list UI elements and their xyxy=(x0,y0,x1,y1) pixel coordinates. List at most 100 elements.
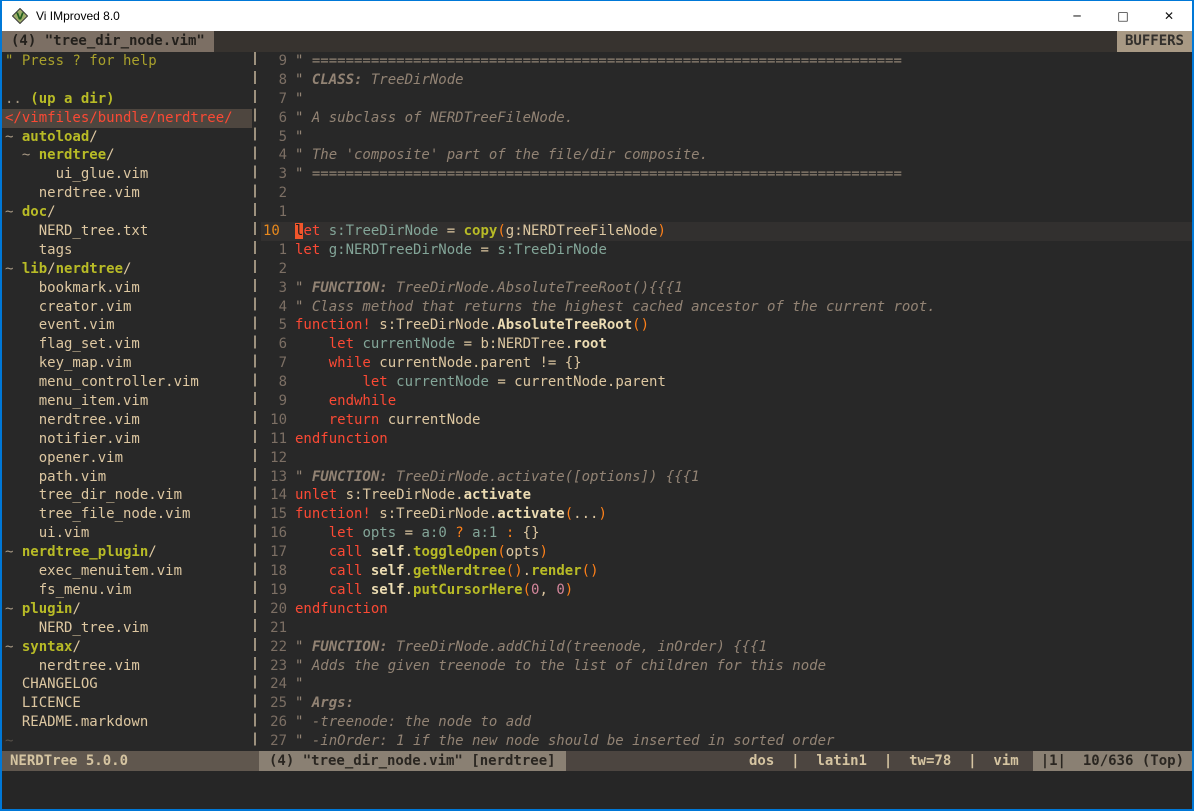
code-line[interactable]: 27" -inOrder: 1 if the new node should b… xyxy=(261,732,1192,751)
code-line[interactable]: 14unlet s:TreeDirNode.activate xyxy=(261,486,1192,505)
tree-item[interactable]: ~ xyxy=(5,732,252,751)
tree-item[interactable]: nerdtree.vim xyxy=(5,657,252,676)
code-line[interactable]: 7 while currentNode.parent != {} xyxy=(261,354,1192,373)
code-line[interactable]: 22" FUNCTION: TreeDirNode.addChild(treen… xyxy=(261,638,1192,657)
code-line[interactable]: 5function! s:TreeDirNode.AbsoluteTreeRoo… xyxy=(261,316,1192,335)
tree-item[interactable]: .. (up a dir) xyxy=(5,90,252,109)
code-line[interactable]: 6 let currentNode = b:NERDTree.root xyxy=(261,335,1192,354)
buffers-label[interactable]: BUFFERS xyxy=(1117,31,1192,52)
code-line[interactable]: 11endfunction xyxy=(261,430,1192,449)
tree-item[interactable]: NERD_tree.vim xyxy=(5,619,252,638)
code-line[interactable]: 4" Class method that returns the highest… xyxy=(261,298,1192,317)
code-token: " xyxy=(295,639,312,655)
tree-item[interactable]: ui_glue.vim xyxy=(5,165,252,184)
code-line[interactable]: 13" FUNCTION: TreeDirNode.activate([opti… xyxy=(261,468,1192,487)
code-line[interactable]: 17 call self.toggleOpen(opts) xyxy=(261,543,1192,562)
tree-item[interactable]: tree_dir_node.vim xyxy=(5,486,252,505)
tree-item[interactable]: ~ plugin/ xyxy=(5,600,252,619)
code-line[interactable]: 2 xyxy=(261,260,1192,279)
code-token: . xyxy=(405,582,413,598)
code-line[interactable]: 9 endwhile xyxy=(261,392,1192,411)
code-line[interactable]: 18 call self.getNerdtree().render() xyxy=(261,562,1192,581)
code-token: ~ xyxy=(5,544,22,560)
tree-item[interactable]: bookmark.vim xyxy=(5,279,252,298)
tree-item[interactable]: menu_controller.vim xyxy=(5,373,252,392)
tree-item[interactable]: LICENCE xyxy=(5,694,252,713)
tree-item[interactable]: key_map.vim xyxy=(5,354,252,373)
code-token: endwhile xyxy=(329,393,396,409)
line-number: 23 xyxy=(261,657,287,676)
tree-item[interactable]: nerdtree.vim xyxy=(5,184,252,203)
line-number: 4 xyxy=(261,298,287,317)
tree-item[interactable]: notifier.vim xyxy=(5,430,252,449)
tree-item[interactable]: creator.vim xyxy=(5,298,252,317)
code-line[interactable]: 8" CLASS: TreeDirNode xyxy=(261,71,1192,90)
tree-item[interactable]: nerdtree.vim xyxy=(5,411,252,430)
code-line[interactable]: 1 xyxy=(261,203,1192,222)
tree-item[interactable]: NERD_tree.txt xyxy=(5,222,252,241)
code-line-current[interactable]: 10let s:TreeDirNode = copy(g:NERDTreeFil… xyxy=(261,222,1192,241)
code-line[interactable]: 3" FUNCTION: TreeDirNode.AbsoluteTreeRoo… xyxy=(261,279,1192,298)
code-token: ui.vim xyxy=(5,525,89,541)
code-line[interactable]: 6" A subclass of NERDTreeFileNode. xyxy=(261,109,1192,128)
code-token: NERD_tree.txt xyxy=(5,223,148,239)
tree-item[interactable]: event.vim xyxy=(5,316,252,335)
tree-item[interactable]: tags xyxy=(5,241,252,260)
code-token: " -inOrder: 1 if the new node should be … xyxy=(295,733,834,749)
line-number: 6 xyxy=(261,109,287,128)
code-line[interactable]: 24" xyxy=(261,675,1192,694)
tree-item[interactable]: README.markdown xyxy=(5,713,252,732)
tree-item[interactable] xyxy=(5,71,252,90)
code-line[interactable]: 19 call self.putCursorHere(0, 0) xyxy=(261,581,1192,600)
code-line[interactable]: 25" Args: xyxy=(261,694,1192,713)
window-split-separator[interactable] xyxy=(252,52,259,751)
code-token xyxy=(295,582,329,598)
code-line[interactable]: 1let g:NERDTreeDirNode = s:TreeDirNode xyxy=(261,241,1192,260)
code-token: " xyxy=(295,129,303,145)
minimize-button[interactable]: ─ xyxy=(1054,1,1100,31)
close-button[interactable]: ✕ xyxy=(1146,1,1192,31)
tree-item-selected[interactable]: </vimfiles/bundle/nerdtree/ xyxy=(2,109,252,128)
tree-item[interactable]: path.vim xyxy=(5,468,252,487)
code-line[interactable]: 8 let currentNode = currentNode.parent xyxy=(261,373,1192,392)
tree-item[interactable]: " Press ? for help xyxy=(5,52,252,71)
code-token: fs_menu.vim xyxy=(5,582,131,598)
tree-item[interactable]: ~ nerdtree_plugin/ xyxy=(5,543,252,562)
code-token: creator.vim xyxy=(5,299,131,315)
tree-item[interactable]: menu_item.vim xyxy=(5,392,252,411)
code-line[interactable]: 3" =====================================… xyxy=(261,165,1192,184)
code-line[interactable]: 4" The 'composite' part of the file/dir … xyxy=(261,146,1192,165)
nerdtree-sidebar[interactable]: " Press ? for help .. (up a dir)</vimfile… xyxy=(2,52,252,751)
line-number: 10 xyxy=(261,222,287,241)
command-line[interactable] xyxy=(2,771,1192,809)
code-editor[interactable]: 9" =====================================… xyxy=(259,52,1192,751)
line-number: 10 xyxy=(261,411,287,430)
code-line[interactable]: 16 let opts = a:0 ? a:1 : {} xyxy=(261,524,1192,543)
code-line[interactable]: 9" =====================================… xyxy=(261,52,1192,71)
code-line[interactable]: 7" xyxy=(261,90,1192,109)
tree-item[interactable]: ~ autoload/ xyxy=(5,128,252,147)
code-line[interactable]: 12 xyxy=(261,449,1192,468)
code-line[interactable]: 26" -treenode: the node to add xyxy=(261,713,1192,732)
code-line[interactable]: 10 return currentNode xyxy=(261,411,1192,430)
tree-item[interactable]: flag_set.vim xyxy=(5,335,252,354)
code-line[interactable]: 5" xyxy=(261,128,1192,147)
tree-item[interactable]: opener.vim xyxy=(5,449,252,468)
code-line[interactable]: 20endfunction xyxy=(261,600,1192,619)
tree-item[interactable]: fs_menu.vim xyxy=(5,581,252,600)
code-line[interactable]: 2 xyxy=(261,184,1192,203)
tab-active-buffer[interactable]: (4) "tree_dir_node.vim" xyxy=(2,31,214,52)
tree-item[interactable]: CHANGELOG xyxy=(5,675,252,694)
tree-item[interactable]: ~ nerdtree/ xyxy=(5,146,252,165)
maximize-button[interactable]: □ xyxy=(1100,1,1146,31)
tree-item[interactable]: ~ lib/nerdtree/ xyxy=(5,260,252,279)
tree-item[interactable]: ui.vim xyxy=(5,524,252,543)
code-token: TreeDirNode xyxy=(362,72,463,88)
code-line[interactable]: 21 xyxy=(261,619,1192,638)
tree-item[interactable]: ~ syntax/ xyxy=(5,638,252,657)
code-line[interactable]: 15function! s:TreeDirNode.activate(...) xyxy=(261,505,1192,524)
tree-item[interactable]: tree_file_node.vim xyxy=(5,505,252,524)
tree-item[interactable]: exec_menuitem.vim xyxy=(5,562,252,581)
tree-item[interactable]: ~ doc/ xyxy=(5,203,252,222)
code-line[interactable]: 23" Adds the given treenode to the list … xyxy=(261,657,1192,676)
